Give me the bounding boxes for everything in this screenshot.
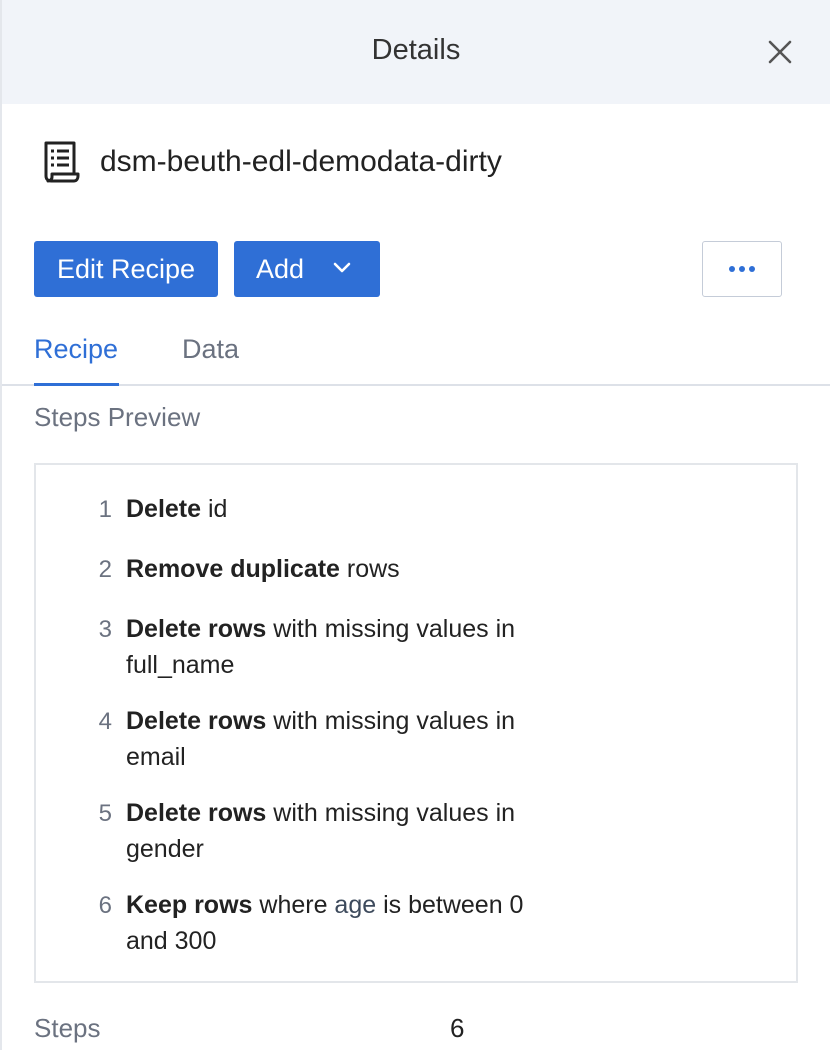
more-options-button[interactable] xyxy=(702,241,782,297)
step-action: Delete rows xyxy=(126,615,267,643)
step-column: email xyxy=(126,743,186,771)
add-label: Add xyxy=(256,253,305,284)
details-panel: Details dsm-beuth-edl-demodata-dirty Edi… xyxy=(0,0,830,1050)
steps-count-label: Steps xyxy=(34,1013,101,1043)
panel-header: Details xyxy=(2,0,830,104)
step-action: Keep rows xyxy=(126,891,253,919)
recipe-name: dsm-beuth-edl-demodata-dirty xyxy=(100,145,502,178)
close-icon xyxy=(768,40,792,64)
step-range: and 300 xyxy=(126,927,217,955)
recipe-title-row: dsm-beuth-edl-demodata-dirty xyxy=(40,140,502,184)
active-tab-indicator xyxy=(34,383,119,386)
add-dropdown-button[interactable]: Add xyxy=(234,241,380,297)
step-number: 3 xyxy=(98,616,112,643)
step-text: Delete id xyxy=(126,491,566,527)
step-action: Delete rows xyxy=(126,707,267,735)
step-text: Keep rows where age is between 0 and 300 xyxy=(126,887,566,959)
step-number: 2 xyxy=(98,556,112,583)
close-button[interactable] xyxy=(766,38,794,66)
step-detail: rows xyxy=(339,555,400,583)
step-text: Delete rows with missing values in email xyxy=(126,703,566,775)
step-detail: with missing values in xyxy=(266,799,516,827)
panel-title: Details xyxy=(371,34,461,66)
steps-count-value: 6 xyxy=(450,1013,465,1043)
step-text: Remove duplicate rows xyxy=(126,551,566,587)
step-number: 4 xyxy=(98,708,112,735)
chevron-down-icon xyxy=(333,262,351,273)
more-horizontal-icon xyxy=(729,266,755,272)
step-number: 6 xyxy=(98,892,112,919)
step-action: Delete xyxy=(126,495,202,523)
steps-preview-list: 1 Delete id 2 Remove duplicate rows 3 De… xyxy=(34,463,798,983)
step-number: 1 xyxy=(98,496,112,523)
steps-preview-label: Steps Preview xyxy=(34,402,201,432)
step-detail: where xyxy=(252,891,335,919)
recipe-document-icon xyxy=(44,141,80,183)
edit-recipe-button[interactable]: Edit Recipe xyxy=(34,241,218,297)
step-text: Delete rows with missing values in gender xyxy=(126,795,566,867)
step-column: full_name xyxy=(126,651,235,679)
step-detail: id xyxy=(201,495,228,523)
step-detail: is between 0 xyxy=(376,891,524,919)
step-text: Delete rows with missing values in full_n… xyxy=(126,611,566,683)
step-detail: with missing values in xyxy=(266,615,516,643)
edit-recipe-label: Edit Recipe xyxy=(56,253,196,284)
step-number: 5 xyxy=(98,800,112,827)
step-column: gender xyxy=(126,835,204,863)
step-detail: with missing values in xyxy=(266,707,516,735)
tab-bar: Recipe Data xyxy=(2,330,830,386)
tab-recipe[interactable]: Recipe xyxy=(34,334,118,365)
step-column-ref: age xyxy=(334,891,377,919)
step-action: Delete rows xyxy=(126,799,267,827)
step-action: Remove duplicate xyxy=(126,555,340,583)
tab-data[interactable]: Data xyxy=(182,334,239,365)
